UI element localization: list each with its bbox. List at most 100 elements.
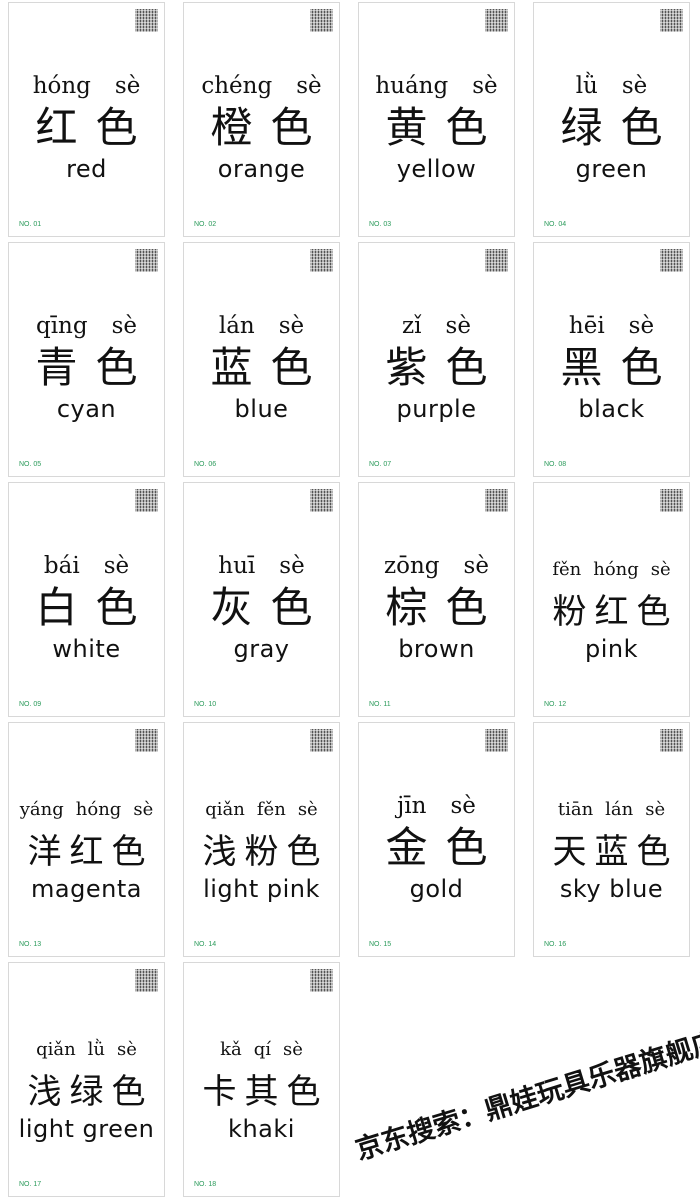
hanzi-character: 色	[111, 1072, 146, 1112]
pinyin-syllable: chéng	[201, 73, 273, 99]
card-number: NO. 07	[369, 461, 392, 468]
qr-code-icon	[310, 729, 333, 752]
hanzi-row: 绿色	[534, 103, 689, 153]
hanzi-character: 棕	[385, 583, 428, 632]
qr-code-icon	[310, 489, 333, 512]
color-flashcard: chéng sè 橙色 orange NO. 02	[183, 2, 340, 237]
qr-code-icon	[135, 729, 158, 752]
hanzi-row: 青色	[9, 343, 164, 393]
pinyin-syllable: fěn	[256, 799, 286, 820]
english-word: khaki	[228, 1115, 295, 1143]
english-word: gray	[233, 635, 290, 663]
hanzi-character: 色	[445, 823, 488, 872]
card-number: NO. 18	[194, 1181, 217, 1188]
qr-code-icon	[660, 489, 683, 512]
pinyin-syllable: qīng	[35, 313, 88, 339]
english-word: orange	[217, 155, 306, 183]
color-flashcard: bái sè 白色 white NO. 09	[8, 482, 165, 717]
pinyin-row: kǎ qí sè	[184, 1039, 339, 1060]
pinyin-syllable: qiǎn	[205, 799, 245, 820]
hanzi-character: 红	[69, 832, 104, 872]
english-word: red	[66, 155, 107, 183]
color-flashcard: huī sè 灰色 gray NO. 10	[183, 482, 340, 717]
hanzi-character: 色	[445, 583, 488, 632]
pinyin-row: fěn hóng sè	[534, 559, 689, 580]
card-number: NO. 14	[194, 941, 217, 948]
pinyin-syllable: hóng	[75, 799, 122, 820]
card-number: NO. 02	[194, 221, 217, 228]
card-number: NO. 15	[369, 941, 392, 948]
pinyin-syllable: sè	[463, 553, 489, 579]
english-word: brown	[398, 635, 475, 663]
hanzi-character: 蓝	[210, 343, 253, 392]
hanzi-character: 色	[111, 832, 146, 872]
qr-code-icon	[660, 729, 683, 752]
hanzi-character: 色	[270, 103, 313, 152]
hanzi-row: 金色	[359, 823, 514, 873]
pinyin-syllable: sè	[103, 553, 130, 579]
english-word: gold	[409, 875, 464, 903]
pinyin-syllable: sè	[621, 73, 648, 99]
english-word: pink	[584, 635, 638, 663]
hanzi-character: 白	[35, 583, 78, 632]
color-flashcard: qīng sè 青色 cyan NO. 05	[8, 242, 165, 477]
color-flashcard: lǜ sè 绿色 green NO. 04	[533, 2, 690, 237]
english-word: magenta	[31, 875, 142, 903]
pinyin-row: huáng sè	[359, 73, 514, 99]
pinyin-row: jīn sè	[359, 793, 514, 819]
pinyin-row: zǐ sè	[359, 313, 514, 339]
hanzi-character: 洋	[27, 832, 62, 872]
hanzi-row: 浅粉色	[184, 827, 339, 877]
hanzi-character: 青	[35, 343, 78, 392]
qr-code-icon	[135, 249, 158, 272]
color-flashcard: tiān lán sè 天蓝色 sky blue NO. 16	[533, 722, 690, 957]
qr-code-icon	[660, 9, 683, 32]
color-flashcard: lán sè 蓝色 blue NO. 06	[183, 242, 340, 477]
hanzi-character: 色	[286, 1072, 321, 1112]
pinyin-syllable: sè	[472, 73, 498, 99]
pinyin-syllable: sè	[628, 313, 655, 339]
pinyin-syllable: zǐ	[402, 313, 422, 339]
card-number: NO. 03	[369, 221, 392, 228]
english-word: green	[575, 155, 648, 183]
store-watermark: 京东搜索：鼎娃玩具乐器旗舰店	[352, 1026, 700, 1167]
hanzi-character: 色	[286, 832, 321, 872]
english-word: purple	[396, 395, 477, 423]
hanzi-row: 卡其色	[184, 1067, 339, 1117]
pinyin-syllable: yáng	[19, 799, 64, 820]
hanzi-row: 洋红色	[9, 827, 164, 877]
pinyin-syllable: sè	[133, 799, 154, 820]
qr-code-icon	[660, 249, 683, 272]
pinyin-syllable: qiǎn	[36, 1039, 76, 1060]
pinyin-row: qiǎn lǜ sè	[9, 1039, 164, 1060]
qr-code-icon	[310, 969, 333, 992]
hanzi-character: 绿	[69, 1072, 104, 1112]
hanzi-character: 色	[95, 103, 138, 152]
hanzi-character: 浅	[27, 1072, 62, 1112]
hanzi-character: 浅	[202, 832, 237, 872]
hanzi-character: 粉	[552, 592, 587, 632]
hanzi-character: 灰	[210, 583, 253, 632]
pinyin-row: huī sè	[184, 553, 339, 579]
card-number: NO. 08	[544, 461, 567, 468]
hanzi-character: 红	[35, 103, 78, 152]
pinyin-syllable: lǜ	[87, 1039, 106, 1060]
hanzi-character: 卡	[202, 1072, 237, 1112]
hanzi-row: 棕色	[359, 583, 514, 633]
pinyin-syllable: lán	[605, 799, 634, 820]
card-number: NO. 11	[369, 701, 391, 708]
color-flashcard: qiǎn fěn sè 浅粉色 light pink NO. 14	[183, 722, 340, 957]
hanzi-character: 色	[95, 343, 138, 392]
hanzi-row: 红色	[9, 103, 164, 153]
hanzi-character: 紫	[385, 343, 428, 392]
hanzi-row: 紫色	[359, 343, 514, 393]
qr-code-icon	[135, 9, 158, 32]
hanzi-row: 白色	[9, 583, 164, 633]
english-word: light green	[18, 1115, 155, 1143]
hanzi-character: 金	[385, 823, 428, 872]
color-flashcard: hēi sè 黑色 black NO. 08	[533, 242, 690, 477]
card-number: NO. 09	[19, 701, 42, 708]
pinyin-syllable: zōng	[384, 553, 440, 579]
pinyin-syllable: sè	[650, 559, 671, 580]
qr-code-icon	[485, 489, 508, 512]
